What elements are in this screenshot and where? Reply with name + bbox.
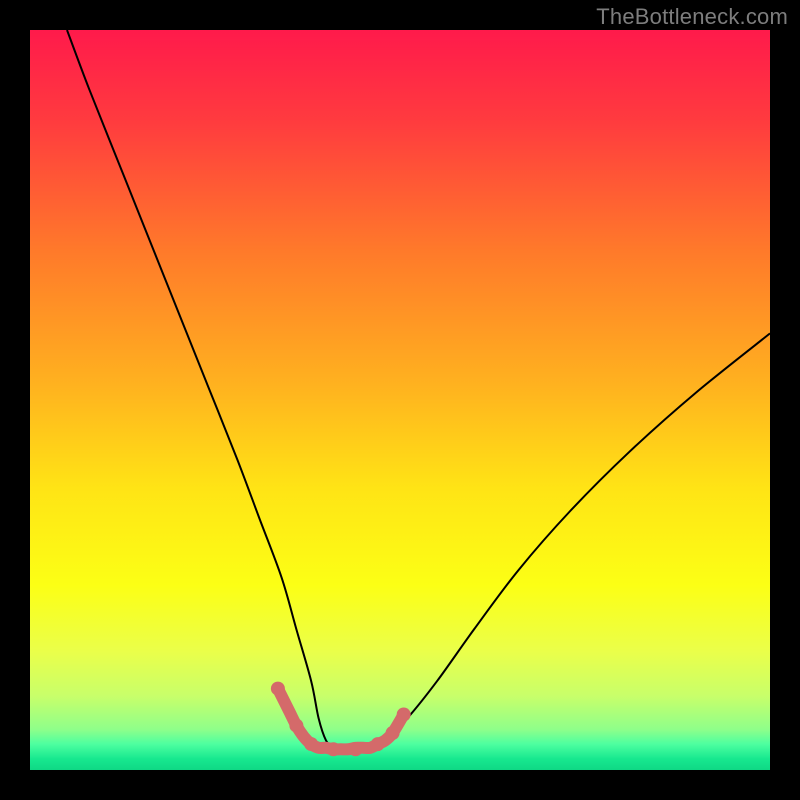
- optimal-dot: [304, 737, 318, 751]
- optimal-dot: [326, 742, 340, 756]
- gradient-background: [30, 30, 770, 770]
- chart-frame: [30, 30, 770, 770]
- watermark-text: TheBottleneck.com: [596, 4, 788, 30]
- optimal-dot: [371, 737, 385, 751]
- optimal-dot: [271, 682, 285, 696]
- optimal-dot: [386, 726, 400, 740]
- optimal-dot: [397, 708, 411, 722]
- optimal-dot: [349, 742, 363, 756]
- optimal-dot: [289, 719, 303, 733]
- bottleneck-chart: [30, 30, 770, 770]
